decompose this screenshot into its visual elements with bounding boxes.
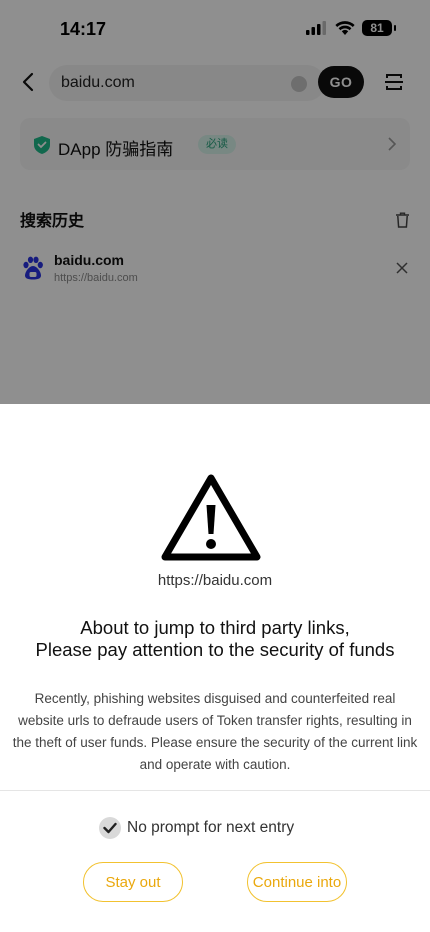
modal-backdrop[interactable] <box>0 0 430 404</box>
warning-headline: About to jump to third party links, Plea… <box>0 617 430 661</box>
third-party-link-warning-sheet: https://baidu.com About to jump to third… <box>0 404 430 932</box>
checkbox-circle[interactable] <box>99 817 121 839</box>
no-prompt-checkbox[interactable]: No prompt for next entry <box>99 816 294 840</box>
warning-triangle-icon <box>161 474 261 561</box>
warning-headline-line-1: About to jump to third party links, <box>80 617 350 638</box>
continue-into-button[interactable]: Continue into <box>247 862 347 902</box>
warning-headline-line-2: Please pay attention to the security of … <box>35 639 395 660</box>
divider <box>0 790 430 791</box>
warning-description: Recently, phishing websites disguised an… <box>12 691 418 772</box>
target-url: https://baidu.com <box>157 572 273 589</box>
stay-out-button[interactable]: Stay out <box>83 862 183 902</box>
no-prompt-label[interactable]: No prompt for next entry <box>127 819 294 837</box>
checkmark-icon <box>103 822 117 834</box>
